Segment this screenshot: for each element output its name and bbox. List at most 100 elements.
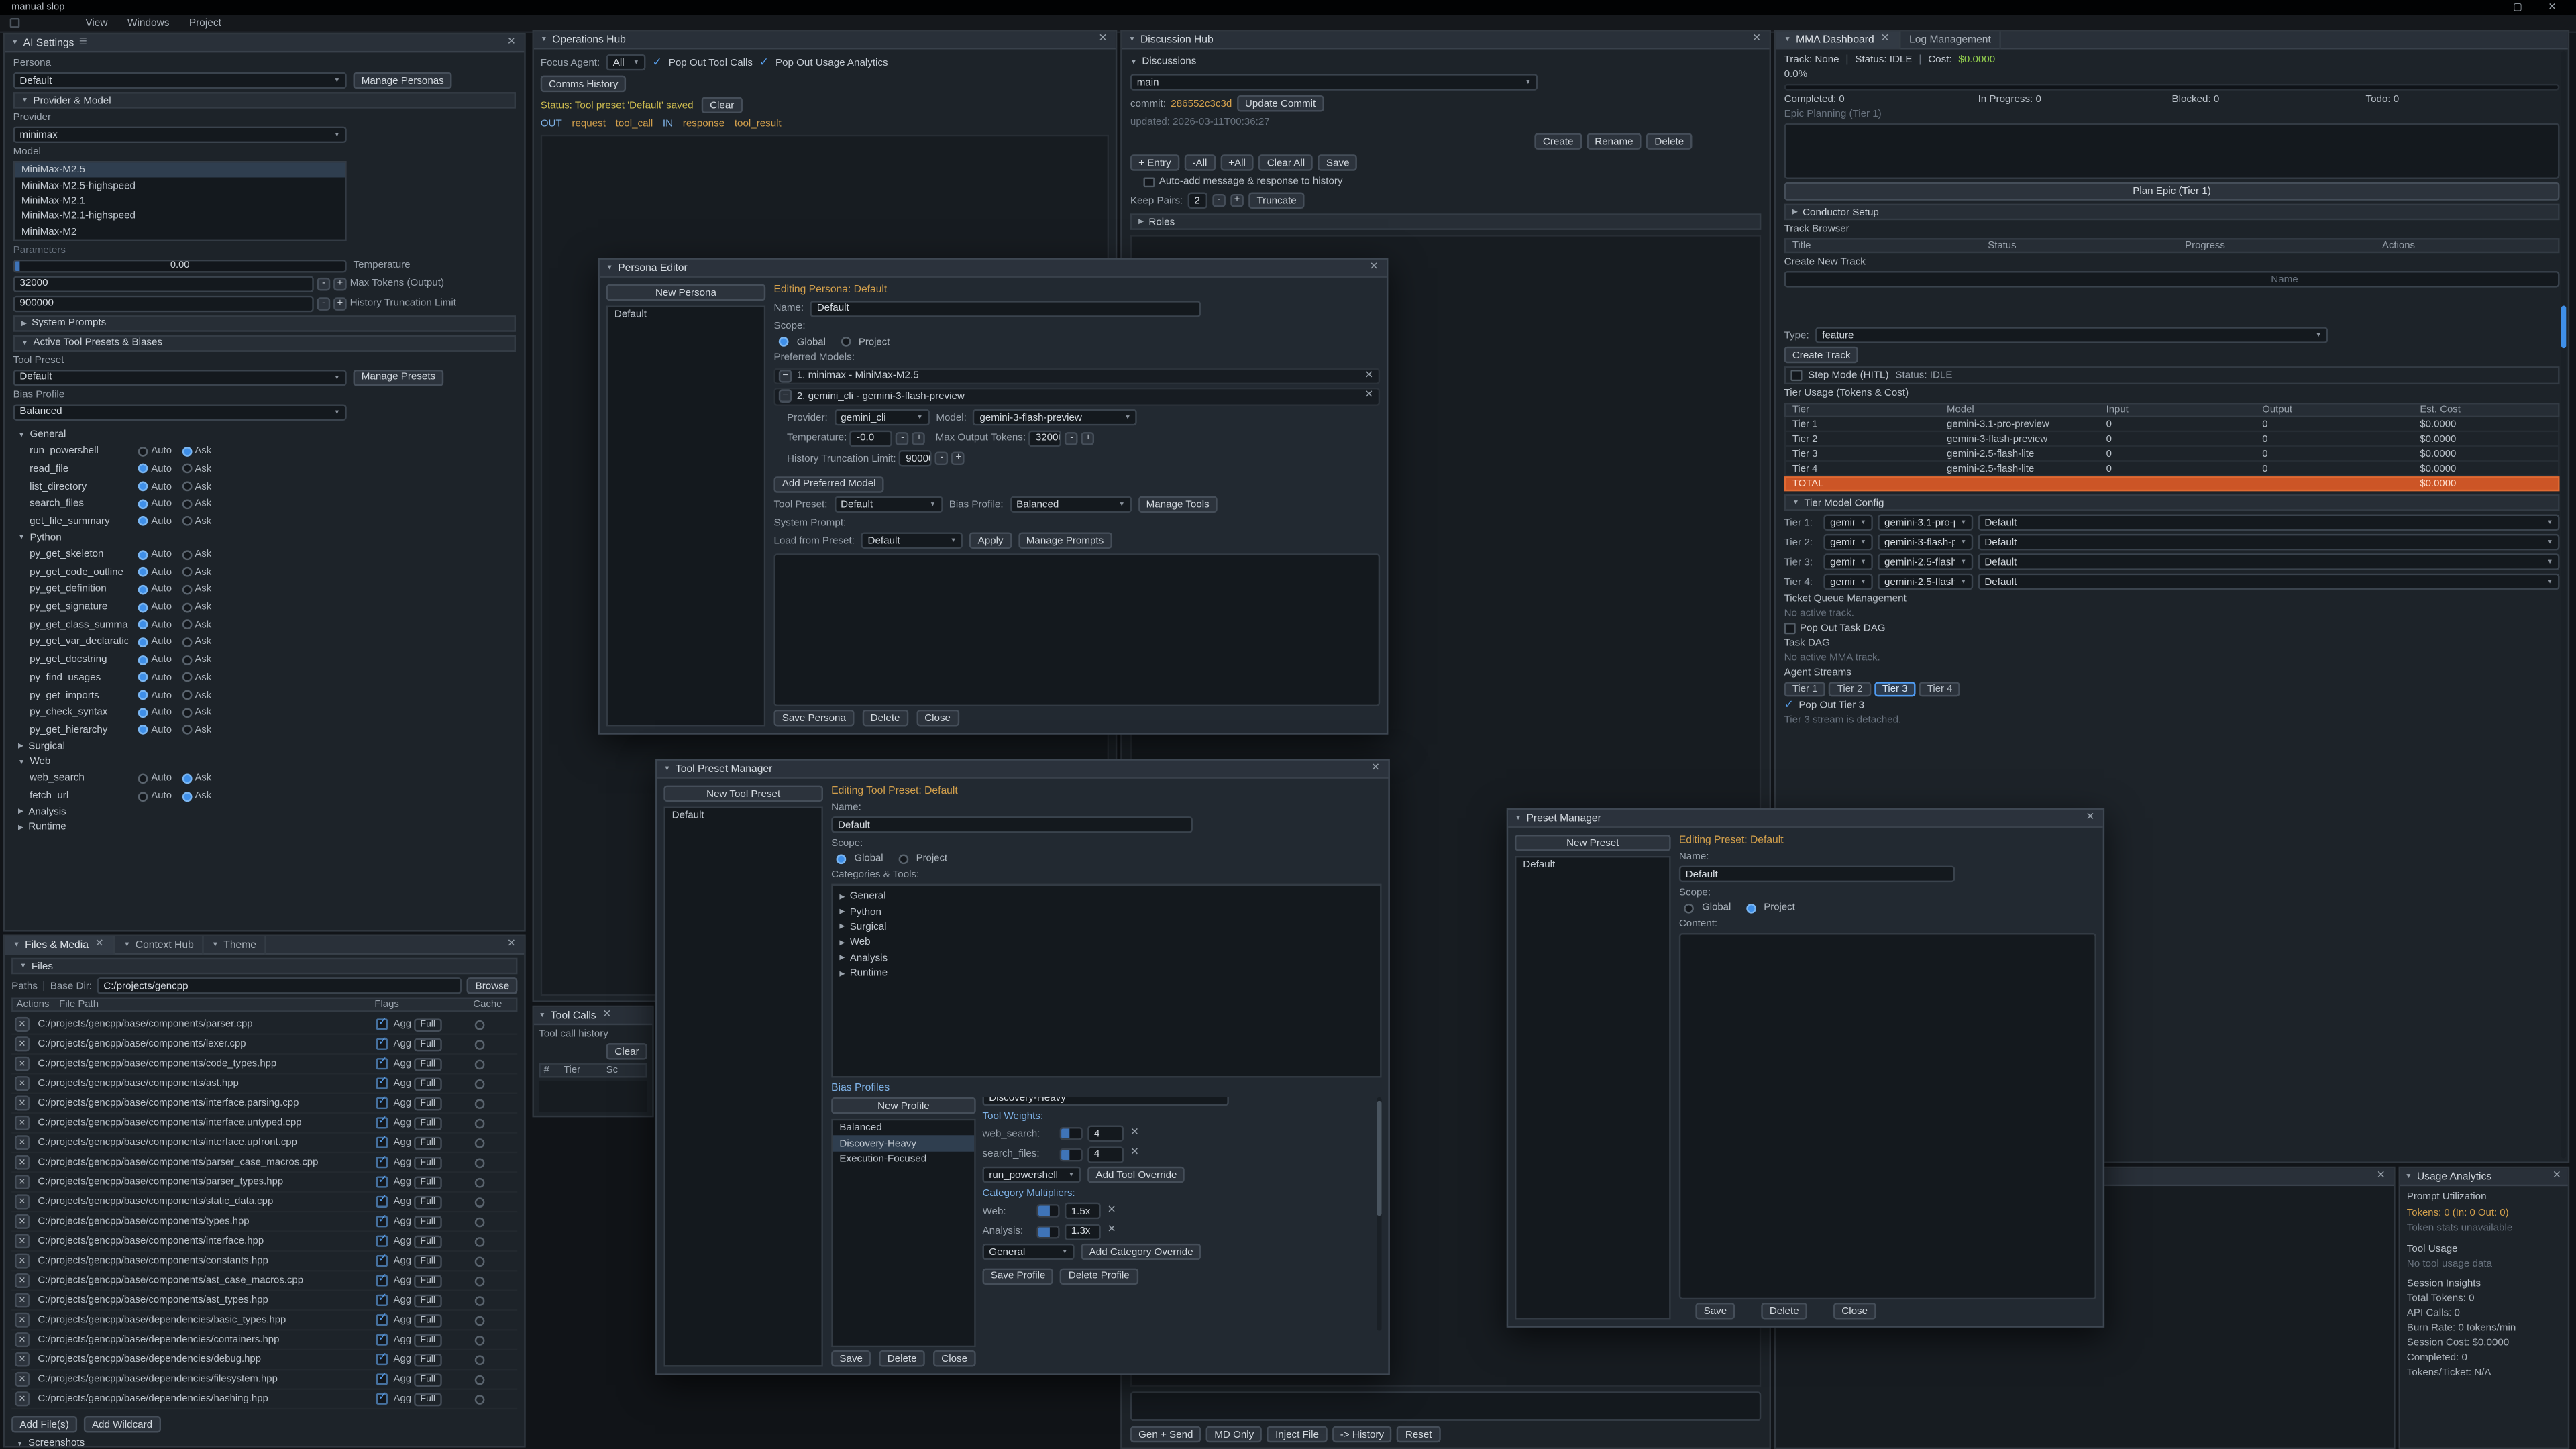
full-toggle[interactable]: Full	[415, 1373, 441, 1386]
tool-preset-list-item[interactable]: Default	[665, 808, 822, 824]
bias-profile-select[interactable]: Balanced▼	[13, 404, 347, 420]
decrement-button[interactable]: -	[1065, 431, 1079, 445]
discussion-select[interactable]: main▼	[1130, 74, 1538, 91]
auto-radio[interactable]	[138, 517, 148, 527]
close-icon[interactable]: ✕	[601, 1010, 613, 1021]
dialog-action-button[interactable]: Close	[933, 1350, 975, 1366]
tool-group-header[interactable]: General	[13, 427, 516, 443]
tab-close-icon[interactable]: ✕	[1879, 34, 1891, 45]
cache-indicator[interactable]	[475, 1295, 485, 1305]
new-preset-button[interactable]: New Preset	[1515, 835, 1671, 851]
tab-close-icon[interactable]: ✕	[93, 939, 105, 950]
tool-override-select[interactable]: run_powershell▼	[982, 1167, 1081, 1183]
bias-profile-select[interactable]: Balanced▼	[1010, 496, 1131, 513]
files-section[interactable]: Files	[11, 958, 517, 974]
auto-radio[interactable]	[138, 620, 148, 630]
category-caret-icon[interactable]	[839, 939, 845, 946]
ask-radio[interactable]	[182, 690, 192, 700]
ask-radio[interactable]	[182, 655, 192, 665]
cache-indicator[interactable]	[475, 1394, 485, 1404]
base-dir-input[interactable]: C:/projects/gencpp	[97, 977, 462, 994]
full-toggle[interactable]: Full	[415, 1274, 441, 1287]
close-icon[interactable]: ✕	[2084, 813, 2096, 824]
scope-option[interactable]: Global	[1684, 902, 1731, 913]
preset-name-input[interactable]: Default	[831, 816, 1193, 833]
save-profile-button[interactable]: Save Profile	[982, 1267, 1053, 1283]
entry-action-button[interactable]: Save	[1318, 155, 1358, 171]
decrement-button[interactable]: -	[317, 297, 331, 311]
auto-radio[interactable]	[138, 567, 148, 577]
tier-provider-select[interactable]: gemini▼	[1823, 534, 1872, 550]
auto-radio[interactable]	[138, 602, 148, 612]
model-select[interactable]: gemini-3-flash-preview▼	[973, 409, 1138, 425]
category-caret-icon[interactable]	[839, 970, 845, 977]
tier-provider-select[interactable]: gemini▼	[1823, 515, 1872, 531]
model-list-item[interactable]: MiniMax-M2.1-highspeed	[15, 209, 345, 224]
add-wildcard-button[interactable]: Add Wildcard	[84, 1416, 161, 1432]
full-toggle[interactable]: Full	[415, 1136, 441, 1149]
agg-checkbox[interactable]: ✓	[376, 1295, 387, 1305]
new-persona-button[interactable]: New Persona	[606, 284, 766, 301]
model-list-item[interactable]: MiniMax-M2.5	[15, 162, 345, 178]
collapse-icon[interactable]	[539, 1012, 545, 1018]
weight-value-input[interactable]: 4	[1087, 1126, 1124, 1142]
tool-group-header[interactable]: Surgical	[13, 739, 516, 754]
manage-tools-button[interactable]: Manage Tools	[1138, 496, 1218, 513]
panel-tab[interactable]: Context Hub ✕	[115, 936, 203, 954]
bias-profile-list-item[interactable]: Balanced	[833, 1120, 975, 1136]
agg-checkbox[interactable]: ✓	[376, 1078, 387, 1089]
ask-radio[interactable]	[182, 549, 192, 559]
auto-add-checkbox[interactable]	[1143, 177, 1154, 188]
tier-model-select[interactable]: gemini-3-flash-preview▼	[1878, 534, 1973, 550]
full-toggle[interactable]: Full	[415, 1116, 441, 1130]
full-toggle[interactable]: Full	[415, 1175, 441, 1189]
agg-checkbox[interactable]: ✓	[376, 1157, 387, 1168]
tool-preset-select[interactable]: Default▼	[13, 370, 347, 386]
history-limit-input[interactable]: 900000	[900, 450, 932, 466]
agg-checkbox[interactable]: ✓	[376, 1118, 387, 1128]
tab-log-management[interactable]: Log Management	[1901, 30, 2001, 48]
ask-radio[interactable]	[182, 567, 192, 577]
multiplier-value-input[interactable]: 1.3x	[1065, 1223, 1101, 1239]
menu-icon[interactable]: ☰	[79, 38, 87, 48]
legend-chip[interactable]: tool_result	[735, 118, 782, 129]
clear-status-button[interactable]: Clear	[702, 97, 743, 113]
tier-preset-select[interactable]: Default▼	[1978, 553, 2560, 570]
auto-radio[interactable]	[138, 464, 148, 474]
max-tokens-input[interactable]: 32000	[13, 276, 314, 292]
entry-action-button[interactable]: Clear All	[1258, 155, 1313, 171]
dialog-action-button[interactable]: Close	[916, 710, 959, 726]
scope-option[interactable]: Global	[779, 336, 826, 347]
auto-radio[interactable]	[138, 482, 148, 492]
category-tree-item[interactable]: Analysis	[833, 951, 1381, 966]
full-toggle[interactable]: Full	[415, 1215, 441, 1228]
weight-value-input[interactable]: 4	[1087, 1146, 1124, 1162]
multiplier-value-input[interactable]: 1.5x	[1065, 1203, 1101, 1219]
provider-model-section[interactable]: Provider & Model	[13, 92, 516, 108]
send-action-button[interactable]: Reset	[1397, 1426, 1440, 1442]
ask-radio[interactable]	[182, 602, 192, 612]
scrollbar-thumb[interactable]	[1377, 1101, 1381, 1216]
increment-button[interactable]: +	[333, 297, 347, 311]
persona-select[interactable]: Default▼	[13, 72, 347, 89]
scrollbar[interactable]	[2561, 51, 2566, 1159]
collapse-icon[interactable]	[1128, 36, 1135, 43]
agg-checkbox[interactable]: ✓	[376, 1098, 387, 1109]
close-icon[interactable]: ✕	[2540, 1, 2565, 13]
menu-item[interactable]: Project	[189, 17, 221, 29]
legend-chip[interactable]: OUT	[541, 118, 562, 129]
scrollbar-thumb[interactable]	[2561, 306, 2566, 349]
category-tree-item[interactable]: Surgical	[833, 920, 1381, 935]
tier-model-select[interactable]: gemini-2.5-flash-lite▼	[1878, 553, 1973, 570]
scope-radio[interactable]	[837, 853, 847, 863]
discussion-action-button[interactable]: Rename	[1587, 133, 1642, 150]
close-icon[interactable]: ✕	[1097, 34, 1109, 45]
category-override-select[interactable]: General▼	[982, 1244, 1074, 1260]
category-tree-item[interactable]: Runtime	[833, 966, 1381, 981]
auto-radio[interactable]	[138, 446, 148, 456]
tier-provider-select[interactable]: gemini▼	[1823, 553, 1872, 570]
increment-button[interactable]: +	[912, 431, 926, 445]
remove-file-icon[interactable]: ✕	[15, 1293, 30, 1307]
new-tool-preset-button[interactable]: New Tool Preset	[663, 786, 823, 802]
pop-out-usage-checkbox[interactable]: ✓	[759, 56, 769, 68]
